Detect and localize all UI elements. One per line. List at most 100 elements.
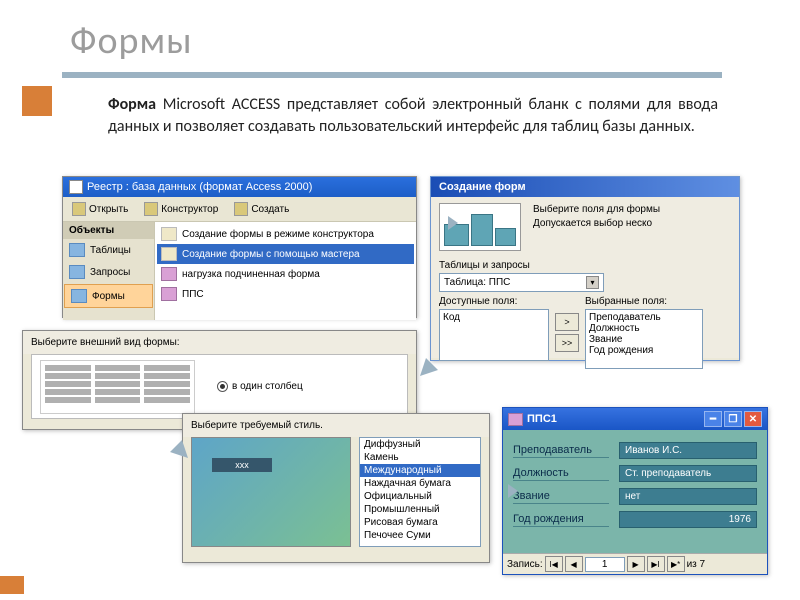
db-title-text: Реестр : база данных (формат Access 2000… bbox=[87, 181, 312, 193]
available-fields-list[interactable]: Код bbox=[439, 309, 549, 361]
design-button[interactable]: Конструктор bbox=[139, 200, 223, 218]
style-item[interactable]: Рисовая бумага bbox=[360, 516, 480, 529]
style-item[interactable]: Официальный bbox=[360, 490, 480, 503]
selected-fields-list[interactable]: Преподаватель Должность Звание Год рожде… bbox=[585, 309, 703, 369]
field-item[interactable]: Код bbox=[443, 312, 545, 323]
field-item[interactable]: Преподаватель bbox=[589, 312, 699, 323]
queries-icon bbox=[69, 265, 85, 279]
open-button[interactable]: Открыть bbox=[67, 200, 133, 218]
style-item[interactable]: Печочее Суми bbox=[360, 529, 480, 542]
style-chooser: Выберите требуемый стиль. xxx Диффузный … bbox=[182, 413, 490, 563]
field-value[interactable]: Иванов И.С. bbox=[619, 442, 757, 459]
close-button[interactable]: ✕ bbox=[744, 411, 762, 427]
sidebar-queries-label: Запросы bbox=[90, 267, 130, 278]
nav-new-button[interactable]: ▶* bbox=[667, 556, 685, 572]
field-label: Звание bbox=[513, 490, 609, 504]
list-item-label: ППС bbox=[182, 289, 204, 300]
sidebar-queries[interactable]: Запросы bbox=[63, 261, 154, 283]
chevron-down-icon: ▾ bbox=[586, 276, 599, 289]
title-underline bbox=[62, 72, 722, 78]
nav-next-button[interactable]: ▶ bbox=[627, 556, 645, 572]
field-label: Год рождения bbox=[513, 513, 609, 527]
nav-label: Запись: bbox=[507, 559, 543, 570]
form-title-text: ППС1 bbox=[527, 413, 557, 425]
db-icon bbox=[69, 180, 83, 194]
field-value[interactable]: нет bbox=[619, 488, 757, 505]
style-item-selected[interactable]: Международный bbox=[360, 464, 480, 477]
form-icon bbox=[508, 413, 523, 426]
create-icon bbox=[234, 202, 248, 216]
design-icon bbox=[144, 202, 158, 216]
list-item-design[interactable]: Создание формы в режиме конструктора bbox=[157, 224, 414, 244]
layout-option-column[interactable]: в один столбец bbox=[217, 381, 303, 392]
slide-title: Формы bbox=[0, 0, 800, 68]
wizard-prompt-1: Выберите поля для формы bbox=[533, 203, 731, 217]
nav-last-button[interactable]: ▶I bbox=[647, 556, 665, 572]
minimize-button[interactable]: ━ bbox=[704, 411, 722, 427]
radio-icon bbox=[217, 381, 228, 392]
tables-label: Таблицы и запросы bbox=[439, 257, 731, 273]
style-item[interactable]: Наждачная бумага bbox=[360, 477, 480, 490]
selected-label: Выбранные поля: bbox=[585, 296, 703, 307]
form-titlebar: ППС1 ━ ❐ ✕ bbox=[503, 408, 767, 430]
create-label: Создать bbox=[251, 204, 289, 215]
sidebar-tables[interactable]: Таблицы bbox=[63, 239, 154, 261]
desc-product: Microsoft ACCESS bbox=[163, 95, 287, 114]
wizard-prompt: Выберите поля для формы Допускается выбо… bbox=[533, 203, 731, 231]
layout-preview bbox=[40, 360, 195, 414]
form-icon bbox=[161, 287, 177, 301]
list-item-subform[interactable]: нагрузка подчиненная форма bbox=[157, 264, 414, 284]
tables-icon bbox=[69, 243, 85, 257]
wizard-illustration bbox=[439, 203, 521, 251]
sidebar-forms[interactable]: Формы bbox=[64, 284, 153, 308]
field-item[interactable]: Звание bbox=[589, 334, 699, 345]
field-value[interactable]: Ст. преподаватель bbox=[619, 465, 757, 482]
style-list[interactable]: Диффузный Камень Международный Наждачная… bbox=[359, 437, 481, 547]
db-window: Реестр : база данных (формат Access 2000… bbox=[62, 176, 417, 318]
move-all-right-button[interactable]: >> bbox=[555, 334, 579, 352]
footer-accent bbox=[0, 576, 24, 594]
nav-of: из 7 bbox=[687, 559, 706, 570]
nav-current-input[interactable]: 1 bbox=[585, 557, 625, 572]
wizard-titlebar: Создание форм bbox=[431, 177, 739, 197]
field-label: Должность bbox=[513, 467, 609, 481]
list-item-pps[interactable]: ППС bbox=[157, 284, 414, 304]
slide-description: Форма Microsoft ACCESS представляет собо… bbox=[108, 94, 718, 137]
result-form-window: ППС1 ━ ❐ ✕ Преподаватель Иванов И.С. Долж… bbox=[502, 407, 768, 575]
form-wizard-window: Создание форм Выберите поля для формы До… bbox=[430, 176, 740, 361]
form-icon bbox=[161, 267, 177, 281]
style-item[interactable]: Камень bbox=[360, 451, 480, 464]
db-toolbar: Открыть Конструктор Создать bbox=[63, 197, 416, 222]
list-item-label: Создание формы с помощью мастера bbox=[182, 249, 360, 260]
nav-first-button[interactable]: I◀ bbox=[545, 556, 563, 572]
style-item[interactable]: Промышленный bbox=[360, 503, 480, 516]
combo-value: Таблица: ППС bbox=[444, 277, 510, 288]
desc-lead: Форма bbox=[108, 95, 163, 114]
layout-label: Выберите внешний вид формы: bbox=[23, 331, 416, 354]
field-label: Преподаватель bbox=[513, 444, 609, 458]
maximize-button[interactable]: ❐ bbox=[724, 411, 742, 427]
field-item[interactable]: Должность bbox=[589, 323, 699, 334]
style-item[interactable]: Диффузный bbox=[360, 438, 480, 451]
available-label: Доступные поля: bbox=[439, 296, 549, 307]
open-label: Открыть bbox=[89, 204, 128, 215]
field-value[interactable]: 1976 bbox=[619, 511, 757, 528]
db-titlebar: Реестр : база данных (формат Access 2000… bbox=[63, 177, 416, 197]
field-item[interactable]: Год рождения bbox=[589, 345, 699, 356]
db-sidebar: Объекты Таблицы Запросы Формы bbox=[63, 222, 155, 320]
wizard-icon bbox=[161, 247, 177, 261]
move-right-button[interactable]: > bbox=[555, 313, 579, 331]
list-item-label: нагрузка подчиненная форма bbox=[182, 269, 320, 280]
list-item-label: Создание формы в режиме конструктора bbox=[182, 229, 374, 240]
style-preview: xxx bbox=[191, 437, 351, 547]
tables-combo[interactable]: Таблица: ППС ▾ bbox=[439, 273, 604, 292]
create-button[interactable]: Создать bbox=[229, 200, 294, 218]
design-label: Конструктор bbox=[161, 204, 218, 215]
title-accent-square bbox=[22, 86, 52, 116]
sidebar-tables-label: Таблицы bbox=[90, 245, 131, 256]
nav-prev-button[interactable]: ◀ bbox=[565, 556, 583, 572]
db-list: Создание формы в режиме конструктора Соз… bbox=[155, 222, 416, 320]
open-icon bbox=[72, 202, 86, 216]
list-item-wizard[interactable]: Создание формы с помощью мастера bbox=[157, 244, 414, 264]
sidebar-forms-label: Формы bbox=[92, 291, 125, 302]
